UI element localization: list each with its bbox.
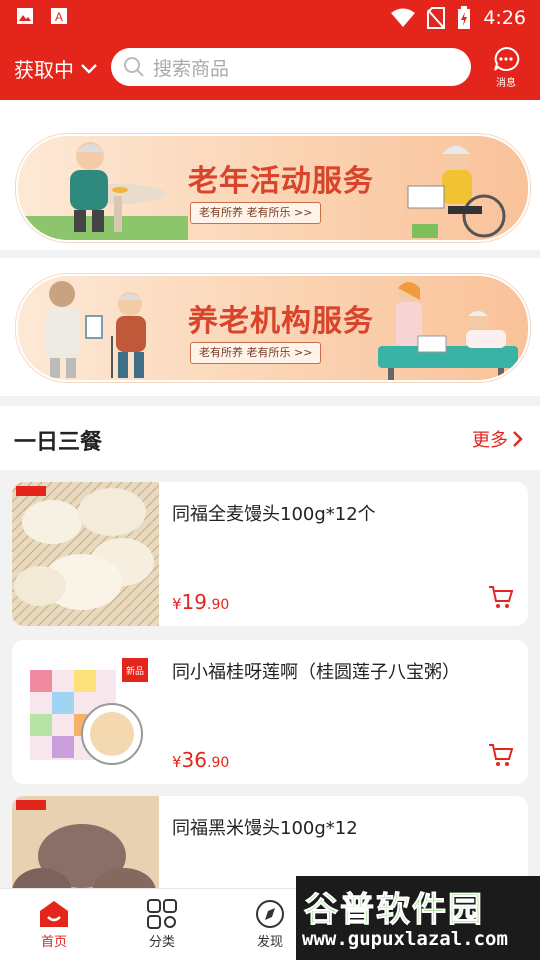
- gallery-icon: [17, 8, 33, 24]
- product-name: 同福全麦馒头100g*12个: [172, 504, 376, 525]
- search-input[interactable]: 搜索商品: [111, 48, 471, 86]
- nav-label: 发现: [256, 935, 283, 950]
- elderly-wheelchair-illustration: [407, 145, 506, 238]
- status-time: 4:26: [483, 7, 526, 29]
- message-label: 消息: [496, 78, 516, 89]
- product-name: 同小福桂呀莲啊（桂圆莲子八宝粥）: [172, 662, 460, 683]
- new-badge: 新品: [126, 665, 144, 677]
- product-card[interactable]: 新品 同小福桂呀莲啊（桂圆莲子八宝粥） ¥36.90: [12, 640, 528, 784]
- status-bar: A 4:26: [0, 0, 540, 36]
- product-card[interactable]: 同福全麦馒头100g*12个 ¥19.90: [12, 482, 528, 626]
- location-selector[interactable]: 获取中: [14, 54, 98, 83]
- no-sim-icon: [427, 7, 446, 29]
- compass-icon: [256, 900, 284, 928]
- elderly-tea-illustration: [18, 142, 188, 240]
- app-a-icon: A: [51, 8, 67, 24]
- product-price: ¥19.90: [172, 590, 230, 614]
- nav-home[interactable]: 首页: [14, 899, 94, 950]
- divider-strip: [0, 100, 540, 122]
- section-title: 一日三餐: [14, 430, 103, 455]
- banner-title: 老年活动服务: [188, 164, 374, 199]
- banner-section-2: 养老机构服务 老有所养 老有所乐 >>: [0, 258, 540, 396]
- home-icon: [40, 901, 68, 927]
- nurse-bed-illustration: [378, 282, 518, 380]
- product-image-porridge-gift-box: 新品: [12, 640, 159, 784]
- product-price: ¥36.90: [172, 748, 230, 772]
- add-to-cart-icon[interactable]: [488, 584, 514, 610]
- top-header: 获取中 搜索商品 消息: [0, 36, 540, 100]
- svg-text:A: A: [55, 10, 63, 24]
- product-image-steamed-buns: [12, 482, 159, 626]
- add-to-cart-icon[interactable]: [488, 742, 514, 768]
- message-button[interactable]: 消息: [488, 46, 524, 89]
- watermark-title: 谷普软件园: [304, 890, 484, 931]
- location-label: 获取中: [14, 58, 74, 82]
- banner-title: 养老机构服务: [188, 304, 374, 339]
- chevron-right-icon: [513, 431, 523, 447]
- banner-elderly-institution[interactable]: 养老机构服务 老有所养 老有所乐 >>: [16, 274, 530, 382]
- battery-charging-icon: [458, 6, 471, 29]
- banner-tagline: 老有所养 老有所乐 >>: [190, 342, 322, 364]
- banner-tagline: 老有所养 老有所乐 >>: [190, 202, 322, 224]
- chevron-down-icon: [81, 63, 97, 74]
- watermark-logo: 谷普软件园 www.gupuxlazal.com: [296, 876, 540, 960]
- nav-label: 分类: [148, 935, 175, 950]
- category-icon: [147, 899, 177, 929]
- message-icon: [494, 46, 520, 71]
- section-header-meals: 一日三餐 更多: [0, 406, 540, 470]
- product-name: 同福黑米馒头100g*12: [172, 818, 358, 839]
- nav-category[interactable]: 分类: [122, 899, 202, 950]
- search-placeholder: 搜索商品: [153, 57, 230, 80]
- more-link[interactable]: 更多: [472, 426, 524, 452]
- more-label: 更多: [472, 430, 508, 451]
- wifi-icon: [391, 8, 416, 27]
- banner-section-1: 老年活动服务 老有所养 老有所乐 >>: [0, 122, 540, 250]
- banner-elderly-activity[interactable]: 老年活动服务 老有所养 老有所乐 >>: [16, 134, 530, 242]
- search-icon: [124, 57, 144, 77]
- doctor-elderly-illustration: [46, 281, 146, 378]
- watermark-url: www.gupuxlazal.com: [302, 928, 508, 950]
- nav-label: 首页: [40, 935, 67, 950]
